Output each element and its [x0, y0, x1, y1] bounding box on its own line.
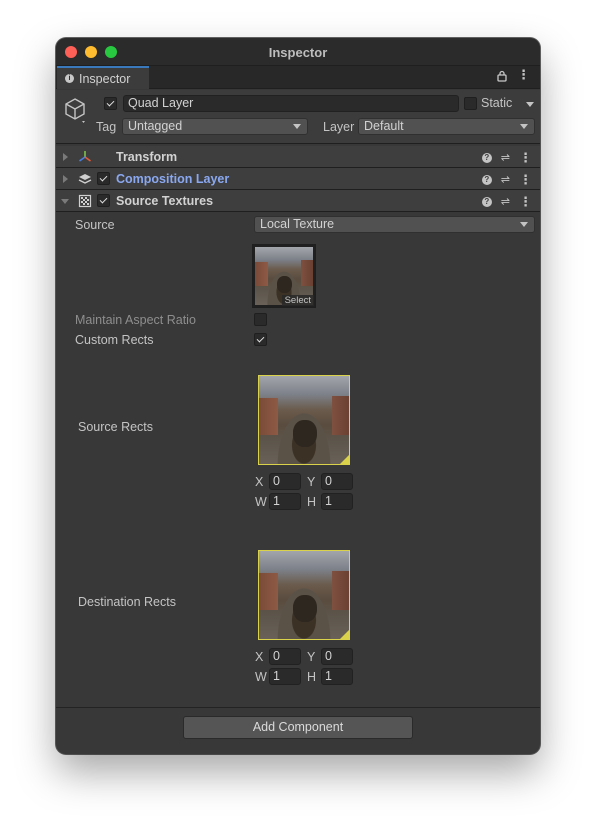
source-dropdown[interactable]: Local Texture	[254, 216, 535, 233]
source-y-label: Y	[307, 475, 316, 489]
custom-rects-label: Custom Rects	[75, 333, 154, 347]
layer-dropdown[interactable]: Default	[358, 118, 535, 135]
source-y-field[interactable]: 0	[321, 473, 353, 490]
tag-label: Tag	[96, 120, 117, 134]
source-rects-label: Source Rects	[78, 420, 154, 434]
source-x-field[interactable]: 0	[269, 473, 301, 490]
texture-grid-icon	[78, 194, 92, 208]
maintain-aspect-label: Maintain Aspect Ratio	[75, 313, 196, 327]
component-title: Composition Layer	[116, 172, 230, 186]
source-h-label: H	[307, 495, 317, 509]
component-title: Transform	[116, 150, 178, 164]
divider	[56, 707, 540, 708]
presets-icon[interactable]: ⇌	[501, 173, 510, 186]
destination-x-label: X	[255, 650, 264, 664]
source-h-field[interactable]: 1	[321, 493, 353, 510]
foldout-arrow-icon[interactable]	[63, 153, 68, 161]
tag-value: Untagged	[128, 119, 183, 133]
presets-icon[interactable]: ⇌	[501, 151, 510, 164]
component-title: Source Textures	[116, 194, 214, 208]
source-x-label: X	[255, 475, 264, 489]
window-title: Inspector	[268, 45, 328, 60]
destination-x-field[interactable]: 0	[269, 648, 301, 665]
destination-h-field[interactable]: 1	[321, 668, 353, 685]
tab-menu-icon[interactable]: ⋮	[517, 68, 530, 85]
destination-y-label: Y	[307, 650, 316, 664]
component-menu-icon[interactable]: ⋮	[519, 173, 532, 186]
help-icon[interactable]: ?	[481, 174, 492, 185]
destination-w-field[interactable]: 1	[269, 668, 301, 685]
source-w-field[interactable]: 1	[269, 493, 301, 510]
lock-icon[interactable]	[497, 70, 507, 85]
texture-select-button[interactable]: Select	[281, 295, 314, 306]
texture-field[interactable]: Select	[252, 244, 316, 308]
layer-label: Layer	[323, 120, 355, 134]
inspector-window: Inspector i Inspector ⋮ Quad Layer Stati…	[56, 38, 540, 754]
custom-rects-checkbox[interactable]	[254, 333, 267, 346]
static-checkbox[interactable]	[464, 97, 477, 110]
layers-icon	[78, 172, 92, 186]
resize-handle-icon[interactable]	[340, 455, 349, 464]
maintain-aspect-checkbox[interactable]	[254, 313, 267, 326]
source-w-label: W	[255, 495, 267, 509]
tab-label: Inspector	[79, 71, 131, 86]
foldout-arrow-open-icon[interactable]	[61, 199, 69, 204]
source-rect-frame[interactable]	[258, 375, 350, 465]
tag-dropdown[interactable]: Untagged	[122, 118, 308, 135]
tab-bar: i Inspector ⋮	[56, 66, 540, 89]
chevron-down-icon	[520, 222, 528, 227]
destination-h-label: H	[307, 670, 317, 684]
component-enabled-checkbox[interactable]	[97, 194, 110, 207]
presets-icon[interactable]: ⇌	[501, 195, 510, 208]
info-icon: i	[65, 74, 74, 83]
source-label: Source	[75, 218, 115, 232]
help-icon[interactable]: ?	[481, 196, 492, 207]
tab-inspector[interactable]: i Inspector	[57, 66, 149, 89]
static-dropdown-arrow-icon[interactable]	[526, 102, 534, 107]
destination-w-label: W	[255, 670, 267, 684]
chevron-down-icon	[293, 124, 301, 129]
add-component-button[interactable]: Add Component	[183, 716, 413, 739]
resize-handle-icon[interactable]	[340, 630, 349, 639]
chevron-down-icon	[520, 124, 528, 129]
gameobject-cube-icon[interactable]	[64, 96, 88, 127]
source-value: Local Texture	[260, 217, 335, 231]
layer-value: Default	[364, 119, 404, 133]
destination-rect-frame[interactable]	[258, 550, 350, 640]
source-rect-preview[interactable]	[258, 375, 350, 465]
title-bar: Inspector	[56, 38, 540, 66]
component-source-textures[interactable]: Source Textures ? ⇌ ⋮	[56, 190, 540, 212]
destination-rects-label: Destination Rects	[78, 595, 176, 609]
object-name-field[interactable]: Quad Layer	[123, 95, 459, 112]
object-header: Quad Layer Static Tag Untagged Layer Def…	[56, 90, 540, 144]
help-icon[interactable]: ?	[481, 152, 492, 163]
transform-axes-icon	[78, 150, 92, 164]
active-checkbox[interactable]	[104, 97, 117, 110]
component-composition-layer[interactable]: Composition Layer ? ⇌ ⋮	[56, 168, 540, 190]
component-menu-icon[interactable]: ⋮	[519, 151, 532, 164]
component-menu-icon[interactable]: ⋮	[519, 195, 532, 208]
component-enabled-checkbox[interactable]	[97, 172, 110, 185]
foldout-arrow-icon[interactable]	[63, 175, 68, 183]
component-transform[interactable]: Transform ? ⇌ ⋮	[56, 146, 540, 168]
destination-rect-preview[interactable]	[258, 550, 350, 640]
static-label: Static	[481, 96, 513, 110]
destination-y-field[interactable]: 0	[321, 648, 353, 665]
